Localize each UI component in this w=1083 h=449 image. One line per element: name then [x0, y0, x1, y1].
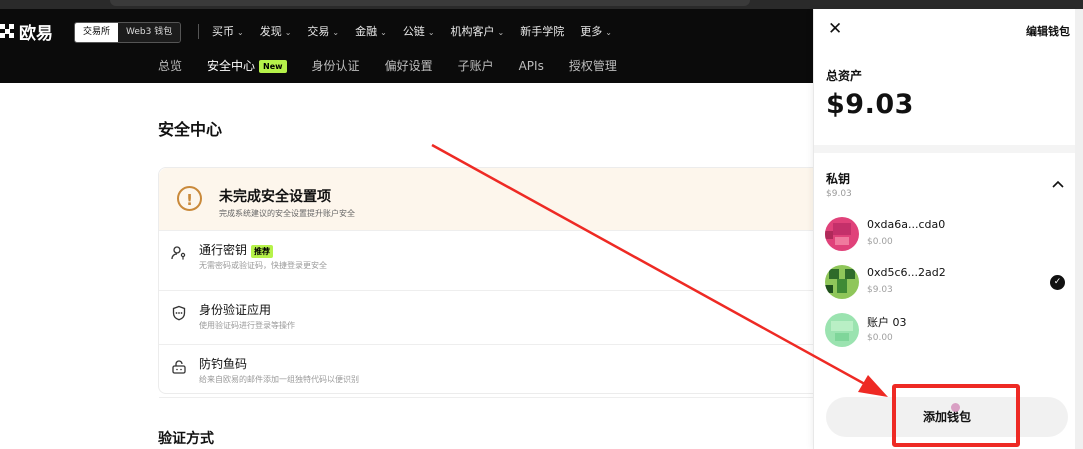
annotation-highlight-box [892, 384, 1020, 447]
annotation-arrow [431, 143, 888, 397]
mouse-cursor-icon [951, 403, 960, 412]
